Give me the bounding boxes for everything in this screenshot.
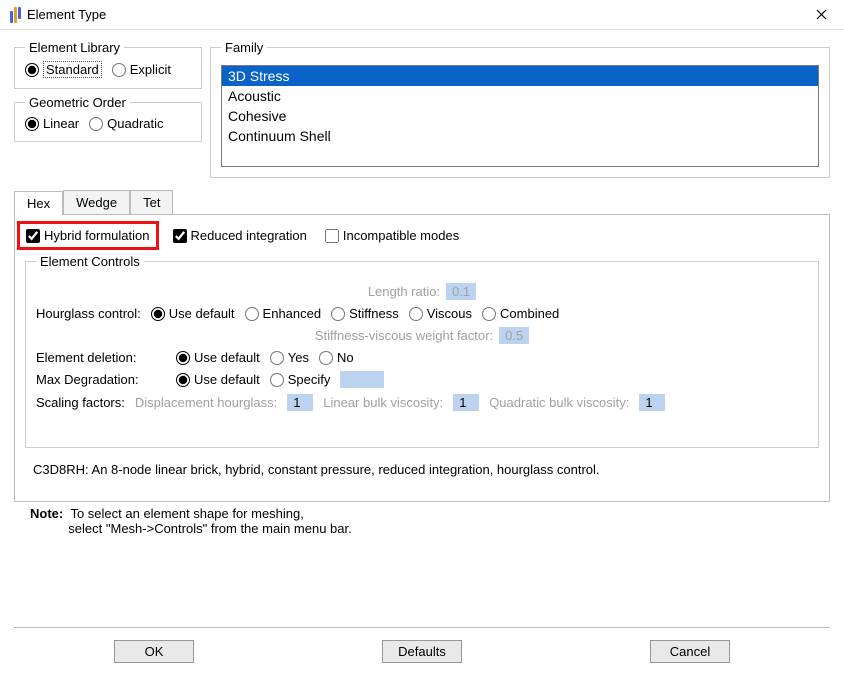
- button-bar: OK Defaults Cancel: [14, 627, 830, 673]
- element-controls-scroll[interactable]: Length ratio: 0.1 Hourglass control: Use…: [26, 269, 818, 447]
- radio-del-no[interactable]: No: [319, 350, 354, 365]
- radio-del-default[interactable]: Use default: [176, 350, 260, 365]
- element-controls-legend: Element Controls: [36, 254, 144, 269]
- family-list[interactable]: 3D Stress Acoustic Cohesive Continuum Sh…: [221, 65, 819, 167]
- deletion-label: Element deletion:: [36, 350, 166, 365]
- length-ratio-value: 0.1: [446, 283, 476, 300]
- radio-hg-combined[interactable]: Combined: [482, 306, 559, 321]
- highlight-hybrid: Hybrid formulation: [17, 221, 159, 250]
- check-hybrid[interactable]: Hybrid formulation: [26, 228, 150, 243]
- tab-hex[interactable]: Hex: [14, 191, 63, 215]
- radio-hg-viscous[interactable]: Viscous: [409, 306, 472, 321]
- family-group: Family 3D Stress Acoustic Cohesive Conti…: [210, 40, 830, 178]
- cancel-button[interactable]: Cancel: [650, 640, 730, 663]
- family-item[interactable]: Acoustic: [222, 86, 818, 106]
- radio-linear[interactable]: Linear: [25, 116, 79, 131]
- sf-linear-label: Linear bulk viscosity:: [323, 395, 443, 410]
- tab-tet[interactable]: Tet: [130, 190, 173, 214]
- scaling-label: Scaling factors:: [36, 395, 125, 410]
- element-controls-group: Element Controls Length ratio: 0.1 Hourg…: [25, 254, 819, 448]
- check-incompatible[interactable]: Incompatible modes: [325, 228, 459, 243]
- radio-explicit[interactable]: Explicit: [112, 62, 171, 77]
- sf-quad-value: 1: [639, 394, 665, 411]
- degradation-row: Max Degradation: Use default Specify: [36, 371, 808, 388]
- close-button[interactable]: [804, 1, 838, 29]
- geometric-order-group: Geometric Order Linear Quadratic: [14, 95, 202, 142]
- element-library-group: Element Library Standard Explicit: [14, 40, 202, 89]
- radio-hg-enhanced[interactable]: Enhanced: [245, 306, 322, 321]
- note-line1: To select an element shape for meshing,: [70, 506, 303, 521]
- radio-standard[interactable]: Standard: [25, 61, 102, 78]
- hourglass-row: Hourglass control: Use default Enhanced …: [36, 306, 808, 321]
- close-icon: [816, 9, 827, 20]
- sf-quad-label: Quadratic bulk viscosity:: [489, 395, 629, 410]
- family-legend: Family: [221, 40, 267, 55]
- sf-linear-value: 1: [453, 394, 479, 411]
- length-ratio-label: Length ratio:: [368, 284, 440, 299]
- app-icon: [10, 7, 21, 23]
- deg-specify-value: [340, 371, 384, 388]
- degradation-label: Max Degradation:: [36, 372, 166, 387]
- titlebar: Element Type: [0, 0, 844, 30]
- note: Note: To select an element shape for mes…: [30, 506, 814, 536]
- element-library-legend: Element Library: [25, 40, 124, 55]
- window-title: Element Type: [27, 7, 106, 22]
- radio-deg-specify[interactable]: Specify: [270, 372, 331, 387]
- ok-button[interactable]: OK: [114, 640, 194, 663]
- defaults-button[interactable]: Defaults: [382, 640, 462, 663]
- svwf-row: Stiffness-viscous weight factor: 0.5: [36, 327, 808, 344]
- element-description: C3D8RH: An 8-node linear brick, hybrid, …: [33, 462, 811, 477]
- check-reduced[interactable]: Reduced integration: [173, 228, 307, 243]
- radio-hg-stiffness[interactable]: Stiffness: [331, 306, 399, 321]
- radio-quadratic[interactable]: Quadratic: [89, 116, 163, 131]
- geometric-order-legend: Geometric Order: [25, 95, 130, 110]
- note-label: Note:: [30, 506, 63, 521]
- family-item[interactable]: 3D Stress: [222, 66, 818, 86]
- sf-disp-value: 1: [287, 394, 313, 411]
- radio-del-yes[interactable]: Yes: [270, 350, 309, 365]
- tab-wedge[interactable]: Wedge: [63, 190, 130, 214]
- tab-content: Hybrid formulation Reduced integration I…: [14, 214, 830, 502]
- family-item[interactable]: Continuum Shell: [222, 126, 818, 146]
- sf-disp-label: Displacement hourglass:: [135, 395, 277, 410]
- hourglass-label: Hourglass control:: [36, 306, 141, 321]
- radio-hg-default[interactable]: Use default: [151, 306, 235, 321]
- radio-deg-default[interactable]: Use default: [176, 372, 260, 387]
- tab-bar: Hex Wedge Tet: [14, 190, 830, 214]
- family-item[interactable]: Cohesive: [222, 106, 818, 126]
- svwf-value: 0.5: [499, 327, 529, 344]
- svwf-label: Stiffness-viscous weight factor:: [315, 328, 493, 343]
- deletion-row: Element deletion: Use default Yes No: [36, 350, 808, 365]
- length-ratio-row: Length ratio: 0.1: [36, 283, 808, 300]
- note-line2: select "Mesh->Controls" from the main me…: [68, 521, 351, 536]
- scaling-row: Scaling factors: Displacement hourglass:…: [36, 394, 808, 411]
